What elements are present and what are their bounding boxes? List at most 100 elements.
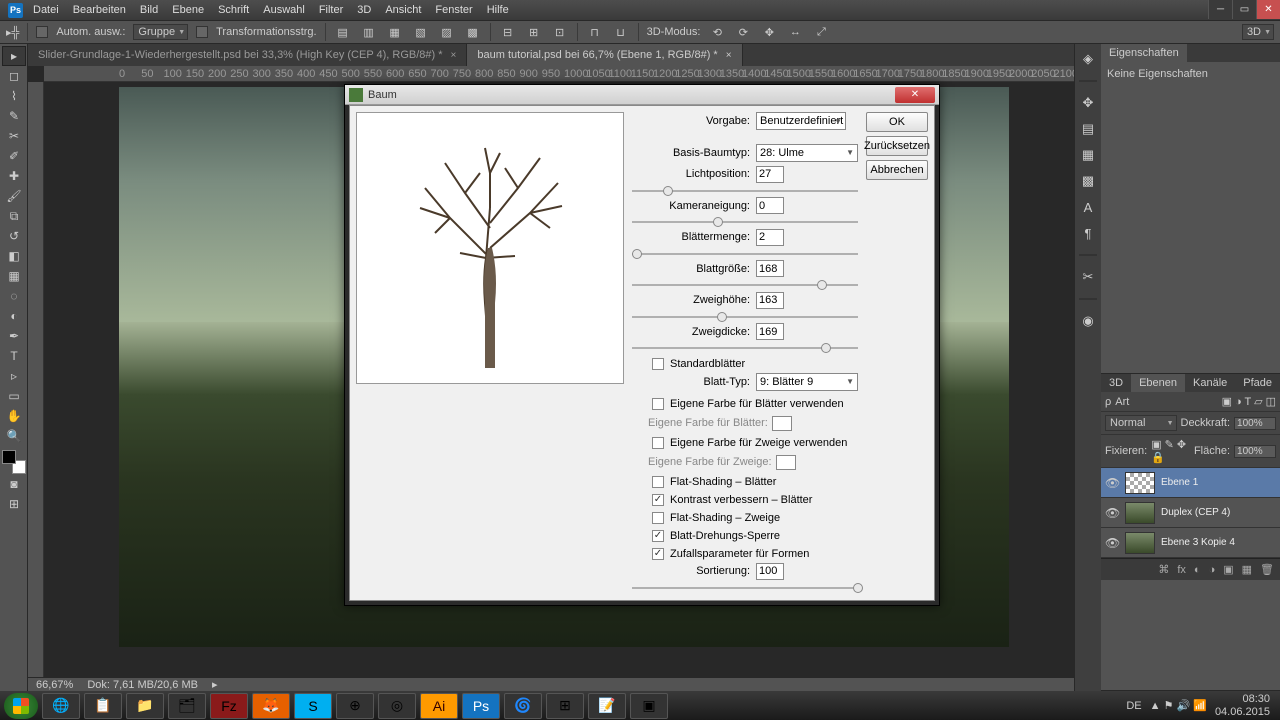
pen-tool[interactable]: ✒ <box>2 326 26 346</box>
camera-input[interactable] <box>756 197 784 214</box>
menu-image[interactable]: Bild <box>140 4 158 16</box>
taskbar-photoshop-icon[interactable]: Ps <box>462 693 500 719</box>
preset-dropdown[interactable]: Benutzerdefiniert <box>756 112 846 130</box>
leaftype-dropdown[interactable]: 9: Blätter 9 <box>756 373 858 391</box>
quick-mask-tool[interactable]: ◙ <box>2 474 26 494</box>
glyphs-panel-icon[interactable]: A <box>1077 196 1099 218</box>
menu-layer[interactable]: Ebene <box>172 4 204 16</box>
blur-tool[interactable]: ◌ <box>2 286 26 306</box>
taskbar-app-icon[interactable]: 📋 <box>84 693 122 719</box>
type-tool[interactable]: T <box>2 346 26 366</box>
3d-zoom-icon[interactable]: ⤢ <box>812 23 830 41</box>
clock[interactable]: 08:3004.06.2015 <box>1215 693 1276 717</box>
leafsize-input[interactable] <box>756 260 784 277</box>
language-indicator[interactable]: DE <box>1126 700 1141 712</box>
menu-type[interactable]: Schrift <box>218 4 249 16</box>
taskbar-app-icon[interactable]: 🗂 <box>168 693 206 719</box>
branchh-input[interactable] <box>756 292 784 309</box>
menu-help[interactable]: Hilfe <box>487 4 509 16</box>
sort-input[interactable] <box>756 563 784 580</box>
rotation-lock-checkbox[interactable]: ✓ <box>652 530 664 542</box>
group-icon[interactable]: ▣ <box>1223 563 1233 576</box>
camera-slider[interactable] <box>632 216 858 222</box>
layer-row[interactable]: 👁 Ebene 3 Kopie 4 <box>1101 528 1280 558</box>
screen-mode-tool[interactable]: ⊞ <box>2 494 26 514</box>
align-icon[interactable]: ▧ <box>412 23 430 41</box>
hand-tool[interactable]: ✋ <box>2 406 26 426</box>
foreground-color-swatch[interactable] <box>2 450 16 464</box>
basetype-dropdown[interactable]: 28: Ulme <box>756 144 858 162</box>
align-icon[interactable]: ▤ <box>334 23 352 41</box>
fill-input[interactable] <box>1234 445 1276 458</box>
align-icon[interactable]: ▨ <box>438 23 456 41</box>
brush-tool[interactable]: 🖌 <box>2 186 26 206</box>
properties-tab[interactable]: Eigenschaften <box>1101 44 1187 62</box>
quick-select-tool[interactable]: ✎ <box>2 106 26 126</box>
color-swatches[interactable] <box>2 450 26 474</box>
paragraph-styles-icon[interactable]: ¶ <box>1077 222 1099 244</box>
branchh-slider[interactable] <box>632 311 858 317</box>
distribute-icon[interactable]: ⊓ <box>586 23 604 41</box>
layer-name[interactable]: Ebene 3 Kopie 4 <box>1161 537 1235 548</box>
crop-tool[interactable]: ✂ <box>2 126 26 146</box>
3d-roll-icon[interactable]: ⟳ <box>734 23 752 41</box>
tray-icon[interactable]: ▲ ⚑ 🔊 📶 <box>1150 699 1207 712</box>
reset-button[interactable]: Zurücksetzen <box>866 136 928 156</box>
brush-panel-icon[interactable]: ▦ <box>1077 144 1099 166</box>
3d-pan-icon[interactable]: ✥ <box>760 23 778 41</box>
lasso-tool[interactable]: ⌇ <box>2 86 26 106</box>
maximize-button[interactable]: ▭ <box>1232 0 1256 19</box>
delete-layer-icon[interactable]: 🗑 <box>1260 563 1274 576</box>
menu-view[interactable]: Ansicht <box>385 4 421 16</box>
link-layers-icon[interactable]: ⌘ <box>1158 563 1169 576</box>
healing-tool[interactable]: ✚ <box>2 166 26 186</box>
leafamt-input[interactable] <box>756 229 784 246</box>
menu-edit[interactable]: Bearbeiten <box>73 4 126 16</box>
taskbar-skype-icon[interactable]: S <box>294 693 332 719</box>
align-icon[interactable]: ▩ <box>464 23 482 41</box>
sort-slider[interactable] <box>632 582 858 588</box>
layer-name[interactable]: Ebene 1 <box>1161 477 1198 488</box>
gradient-tool[interactable]: ▦ <box>2 266 26 286</box>
history-panel-icon[interactable]: ◈ <box>1077 48 1099 70</box>
dialog-close-button[interactable]: ✕ <box>895 87 935 103</box>
layer-row[interactable]: 👁 Ebene 1 <box>1101 468 1280 498</box>
layer-name[interactable]: Duplex (CEP 4) <box>1161 507 1230 518</box>
taskbar-app-icon[interactable]: 📝 <box>588 693 626 719</box>
tab-close-icon[interactable]: × <box>451 50 457 61</box>
transform-controls-checkbox[interactable] <box>196 26 208 38</box>
visibility-icon[interactable]: 👁 <box>1105 506 1119 520</box>
zoom-level[interactable]: 66,67% <box>36 679 73 691</box>
leaf-color-swatch[interactable] <box>772 416 792 431</box>
channels-tab[interactable]: Kanäle <box>1185 374 1235 392</box>
taskbar-app-icon[interactable]: 🌀 <box>504 693 542 719</box>
start-button[interactable] <box>4 693 38 719</box>
own-leaf-color-checkbox[interactable] <box>652 398 664 410</box>
taskbar-firefox-icon[interactable]: 🦊 <box>252 693 290 719</box>
own-branch-color-checkbox[interactable] <box>652 437 664 449</box>
adjustments-panel-icon[interactable]: ✂ <box>1077 266 1099 288</box>
menu-filter[interactable]: Filter <box>319 4 343 16</box>
leafamt-slider[interactable] <box>632 248 858 254</box>
opacity-input[interactable] <box>1234 417 1276 430</box>
dodge-tool[interactable]: ◐ <box>2 306 26 326</box>
align-icon[interactable]: ▦ <box>386 23 404 41</box>
tab-close-icon[interactable]: × <box>726 50 732 61</box>
eyedropper-tool[interactable]: ✐ <box>2 146 26 166</box>
light-slider[interactable] <box>632 185 858 191</box>
taskbar-app-icon[interactable]: ▣ <box>630 693 668 719</box>
taskbar-app-icon[interactable]: ◎ <box>378 693 416 719</box>
3d-orbit-icon[interactable]: ⟲ <box>708 23 726 41</box>
taskbar-app-icon[interactable]: ⊕ <box>336 693 374 719</box>
minimize-button[interactable]: ─ <box>1208 0 1232 19</box>
adjustment-layer-icon[interactable]: ◑ <box>1209 564 1216 576</box>
menu-window[interactable]: Fenster <box>435 4 472 16</box>
taskbar-filezilla-icon[interactable]: Fz <box>210 693 248 719</box>
distribute-icon[interactable]: ⊞ <box>525 23 543 41</box>
flat-leaves-checkbox[interactable] <box>652 476 664 488</box>
ok-button[interactable]: OK <box>866 112 928 132</box>
workspace-switcher[interactable]: 3D <box>1242 24 1274 40</box>
close-button[interactable]: ✕ <box>1256 0 1280 19</box>
layer-mask-icon[interactable]: ◐ <box>1194 564 1201 576</box>
new-layer-icon[interactable]: ▦ <box>1242 563 1252 576</box>
